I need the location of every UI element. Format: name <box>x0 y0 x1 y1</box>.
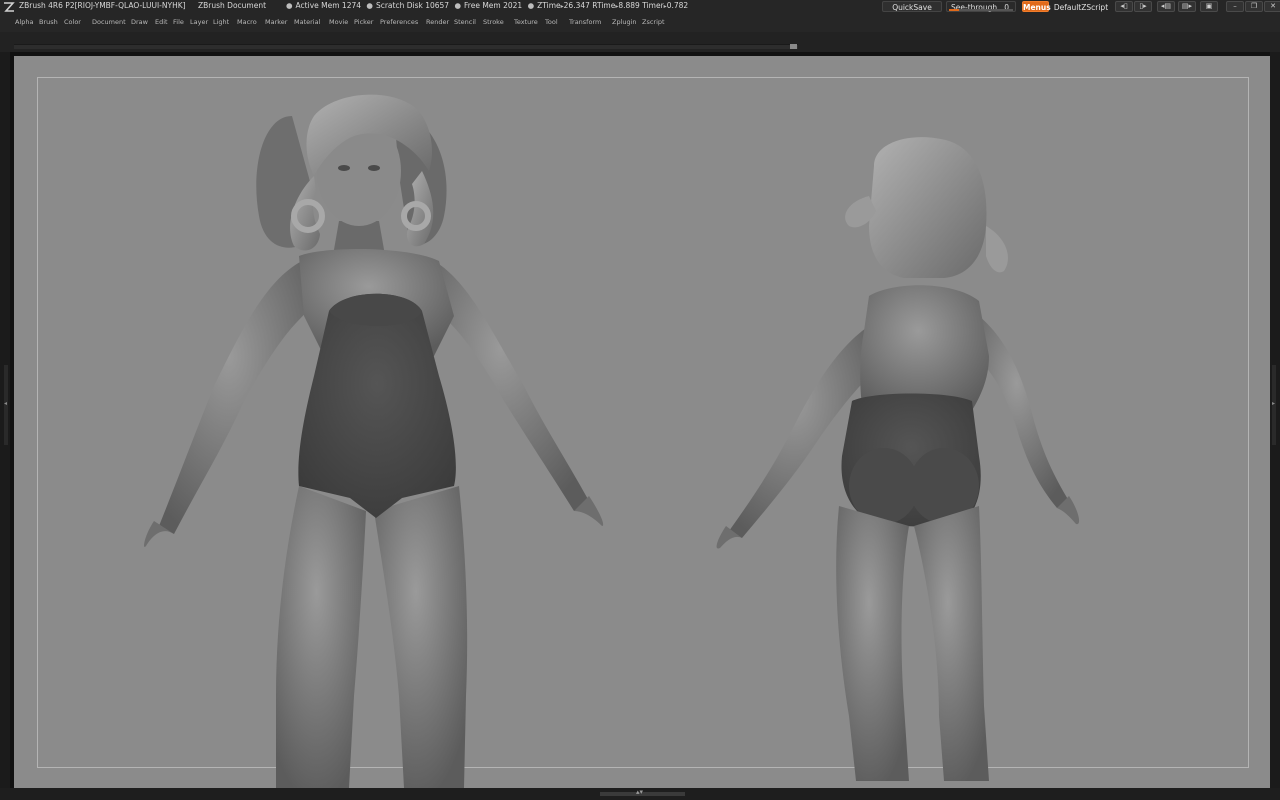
minimize-icon[interactable]: – <box>1226 1 1244 12</box>
free-mem-value: 2021 <box>503 1 523 10</box>
rtime-label: RTime <box>592 1 616 10</box>
menu-document[interactable]: Document <box>92 18 126 27</box>
shelf-scroll-thumb[interactable] <box>790 44 797 49</box>
viewport-render <box>144 94 1080 788</box>
chevron-left-icon: ◂ <box>4 400 8 407</box>
active-mem-value: 1274 <box>341 1 362 10</box>
ztime-label: ZTime <box>537 1 561 10</box>
restore-icon[interactable]: ❐ <box>1245 1 1263 12</box>
interface-swatch-icon[interactable]: ◂▤ <box>1157 1 1175 12</box>
menu-draw[interactable]: Draw <box>131 18 148 27</box>
see-through-slider[interactable]: See-through 0 <box>946 1 1016 12</box>
scratch-disk-value: 10657 <box>425 1 450 10</box>
chevron-updown-icon: ▴▾ <box>636 788 644 796</box>
menu-zscript[interactable]: Zscript <box>642 18 665 27</box>
timer-value: 0.782 <box>666 1 689 10</box>
see-through-fill <box>949 9 959 11</box>
menu-brush[interactable]: Brush <box>39 18 58 27</box>
menu-file[interactable]: File <box>173 18 184 27</box>
bottom-tray-handle[interactable]: ▴▾ <box>600 788 685 796</box>
memory-stats: ● Active Mem 1274 ● Scratch Disk 10657 ● Fr… <box>286 1 689 10</box>
rtime-value: 8.889 <box>618 1 640 10</box>
document-canvas[interactable] <box>14 56 1270 788</box>
menu-stencil[interactable]: Stencil <box>454 18 476 27</box>
menu-material[interactable]: Material <box>294 18 320 27</box>
menu-preferences[interactable]: Preferences <box>380 18 418 27</box>
menu-stroke[interactable]: Stroke <box>483 18 504 27</box>
interface-swatch-next-icon[interactable]: ▤▸ <box>1178 1 1196 12</box>
menu-macro[interactable]: Macro <box>237 18 257 27</box>
quicksave-button[interactable]: QuickSave <box>882 1 942 12</box>
layout-stepper-next-icon[interactable]: ▯▸ <box>1134 1 1152 12</box>
zbrush-logo-icon[interactable] <box>2 1 16 13</box>
back-figure-sculpt <box>716 137 1080 781</box>
bottom-tray: ▴▾ <box>0 788 1280 800</box>
menu-alpha[interactable]: Alpha <box>15 18 33 27</box>
default-zscript-button[interactable]: DefaultZScript <box>1051 1 1111 12</box>
menu-marker[interactable]: Marker <box>265 18 287 27</box>
see-through-track <box>949 9 1013 11</box>
close-icon[interactable]: ✕ <box>1264 1 1280 12</box>
menu-color[interactable]: Color <box>64 18 81 27</box>
menu-edit[interactable]: Edit <box>155 18 168 27</box>
timer-label: Timer <box>642 1 664 10</box>
scratch-disk-label: Scratch Disk <box>375 1 423 10</box>
menu-picker[interactable]: Picker <box>354 18 373 27</box>
title-bar: ZBrush 4R6 P2[RIOJ-YMBF-QLAO-LUUI-NYHK] … <box>0 0 1280 14</box>
left-tray-handle[interactable]: ◂ <box>4 365 8 445</box>
ztime-value: 26.347 <box>563 1 590 10</box>
app-version: ZBrush 4R6 P2[RIOJ-YMBF-QLAO-LUUI-NYHK] <box>19 1 186 10</box>
chevron-right-icon: ▸ <box>1272 400 1276 407</box>
lock-icon[interactable]: ▣ <box>1200 1 1218 12</box>
shelf-scrollbar[interactable] <box>14 44 798 49</box>
menu-transform[interactable]: Transform <box>569 18 601 27</box>
menu-bar: Alpha Brush Color Document Draw Edit Fil… <box>0 14 1280 32</box>
right-tray-handle[interactable]: ▸ <box>1272 365 1276 445</box>
menu-tool[interactable]: Tool <box>545 18 558 27</box>
menu-texture[interactable]: Texture <box>514 18 538 27</box>
layout-stepper-icon[interactable]: ◂▯ <box>1115 1 1133 12</box>
menu-light[interactable]: Light <box>213 18 229 27</box>
document-name: ZBrush Document <box>198 1 267 10</box>
menu-render[interactable]: Render <box>426 18 449 27</box>
menu-layer[interactable]: Layer <box>190 18 208 27</box>
menu-movie[interactable]: Movie <box>329 18 348 27</box>
active-mem-label: Active Mem <box>295 1 340 10</box>
free-mem-label: Free Mem <box>464 1 501 10</box>
top-shelf <box>0 32 1280 52</box>
front-figure-sculpt <box>144 94 604 788</box>
menus-button[interactable]: Menus <box>1022 1 1051 12</box>
menu-zplugin[interactable]: Zplugin <box>612 18 637 27</box>
see-through-value: 0 <box>1004 3 1009 12</box>
